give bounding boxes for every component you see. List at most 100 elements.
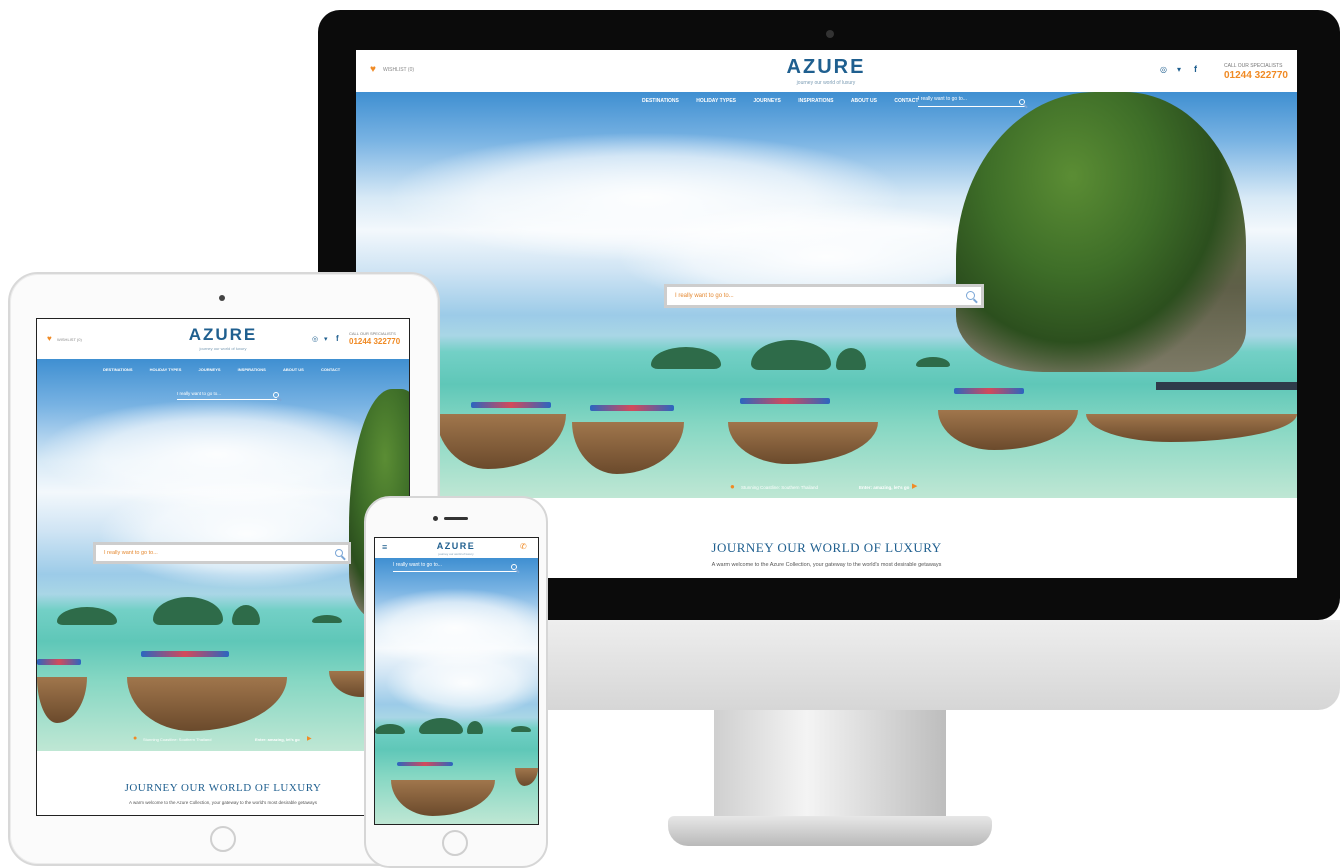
limestone-rock (956, 92, 1246, 372)
phone-icon[interactable]: ✆ (520, 542, 527, 551)
hero-search-input[interactable]: I really want to go to... (664, 284, 984, 308)
site-tagline: journey our world of luxury (199, 346, 247, 351)
island (467, 721, 483, 734)
iphone-speaker (444, 517, 468, 520)
nav-inspirations[interactable]: INSPIRATIONS (238, 367, 266, 372)
cloud (385, 648, 538, 718)
heart-icon[interactable]: ♥ (47, 334, 52, 343)
boat-canopy (397, 762, 453, 766)
island (153, 597, 223, 625)
boat-canopy (954, 388, 1024, 394)
longtail-boat (515, 768, 538, 786)
longtail-boat (1086, 414, 1297, 442)
facebook-icon[interactable]: f (336, 334, 339, 343)
mobile-search-input[interactable]: I really want to go to... (393, 562, 519, 572)
tablet-website: ♥ WISHLIST (0) AZURE journey our world o… (36, 318, 410, 816)
nav-journeys[interactable]: JOURNEYS (199, 367, 221, 372)
nav-inspirations[interactable]: INSPIRATIONS (798, 98, 833, 104)
map-pin-icon: ● (730, 482, 735, 491)
search-icon[interactable] (273, 392, 279, 398)
call-label: CALL OUR SPECIALISTS (349, 331, 396, 336)
boat-canopy (471, 402, 551, 408)
tablet-nav: DESTINATIONS HOLIDAY TYPES JOURNEYS INSP… (103, 367, 356, 372)
boat-canopy (740, 398, 830, 404)
island (511, 726, 531, 732)
hero-image: DESTINATIONS HOLIDAY TYPES JOURNEYS INSP… (37, 359, 409, 751)
site-tagline: journey our world of luxury (796, 80, 856, 86)
nav-holiday-types[interactable]: HOLIDAY TYPES (150, 367, 182, 372)
boat-canopy (141, 651, 229, 657)
nav-journeys[interactable]: JOURNEYS (753, 98, 781, 104)
facebook-icon[interactable]: f (1194, 64, 1197, 74)
nav-destinations[interactable]: DESTINATIONS (103, 367, 132, 372)
play-arrow-icon[interactable]: ▶ (912, 482, 917, 490)
imac-camera (826, 30, 834, 38)
longtail-boat (436, 414, 566, 469)
imac-stand (714, 710, 946, 820)
twitter-icon[interactable]: ▾ (1177, 65, 1181, 74)
intro-heading: JOURNEY OUR WORLD OF LUXURY (124, 782, 322, 794)
longtail-boat (938, 410, 1078, 450)
wishlist-link[interactable]: WISHLIST (0) (57, 337, 82, 342)
nav-search-input[interactable]: I really want to go to... (918, 96, 1026, 107)
site-logo[interactable]: AZURE (178, 325, 268, 345)
island (312, 615, 342, 623)
hamburger-icon[interactable]: ≡ (382, 542, 387, 552)
iphone-camera (433, 516, 438, 521)
desktop-nav: DESTINATIONS HOLIDAY TYPES JOURNEYS INSP… (642, 98, 934, 104)
site-logo[interactable]: AZURE (776, 56, 876, 79)
mobile-website: ≡ AZURE journey our world of luxury ✆ I … (374, 537, 539, 825)
nav-about-us[interactable]: ABOUT US (851, 98, 877, 104)
longtail-boat (127, 677, 287, 731)
location-caption: Stunning Coastline: Southern Thailand (143, 737, 212, 742)
island (916, 357, 950, 367)
mobile-header: ≡ AZURE journey our world of luxury ✆ (375, 538, 538, 558)
iphone-home-button (442, 830, 468, 856)
ipad-home-button (210, 826, 236, 852)
island (232, 605, 260, 625)
island (751, 340, 831, 370)
longtail-boat (572, 422, 684, 474)
map-pin-icon: ● (133, 735, 138, 742)
longtail-boat (391, 780, 495, 816)
hero-image: DESTINATIONS HOLIDAY TYPES JOURNEYS INSP… (356, 92, 1297, 498)
instagram-icon[interactable]: ◎ (1160, 65, 1167, 74)
nav-about-us[interactable]: ABOUT US (283, 367, 304, 372)
hero-cta-link[interactable]: Enter: amazing, let's go (255, 737, 300, 742)
tablet-header: ♥ WISHLIST (0) AZURE journey our world o… (37, 319, 409, 359)
hero-image: I really want to go to... (375, 558, 538, 824)
wishlist-link[interactable]: WISHLIST (0) (383, 67, 414, 73)
boat-canopy (590, 405, 674, 411)
nav-holiday-types[interactable]: HOLIDAY TYPES (696, 98, 736, 104)
desktop-header: ♥ WISHLIST (0) AZURE journey our world o… (356, 50, 1297, 92)
boat-canopy (37, 659, 81, 665)
hero-cta-link[interactable]: Enter: amazing, let's go (859, 485, 909, 490)
site-logo[interactable]: AZURE (421, 541, 491, 551)
instagram-icon[interactable]: ◎ (312, 335, 318, 343)
search-icon[interactable] (1019, 99, 1025, 105)
island (375, 724, 405, 734)
imac-stand-base (668, 816, 992, 846)
phone-number[interactable]: 01244 322770 (1224, 70, 1288, 81)
hero-search-input[interactable]: I really want to go to... (93, 542, 351, 564)
search-icon[interactable] (335, 549, 343, 557)
nav-destinations[interactable]: DESTINATIONS (642, 98, 679, 104)
longtail-boat (37, 677, 87, 723)
play-arrow-icon[interactable]: ▶ (307, 735, 312, 742)
twitter-icon[interactable]: ▾ (324, 335, 328, 343)
search-icon[interactable] (511, 564, 517, 570)
search-icon[interactable] (966, 291, 975, 300)
boat-roof (1156, 382, 1297, 390)
intro-text: A warm welcome to the Azure Collection, … (129, 800, 317, 805)
island (419, 718, 463, 734)
heart-icon[interactable]: ♥ (370, 64, 376, 75)
island (651, 347, 721, 369)
phone-number[interactable]: 01244 322770 (349, 337, 400, 346)
location-caption: Stunning Coastline: Southern Thailand (741, 485, 818, 490)
nav-search-input[interactable]: I really want to go to... (177, 391, 277, 400)
longtail-boat (728, 422, 878, 464)
nav-contact[interactable]: CONTACT (321, 367, 340, 372)
island (836, 348, 866, 370)
ipad-camera (219, 295, 225, 301)
nav-contact[interactable]: CONTACT (894, 98, 918, 104)
